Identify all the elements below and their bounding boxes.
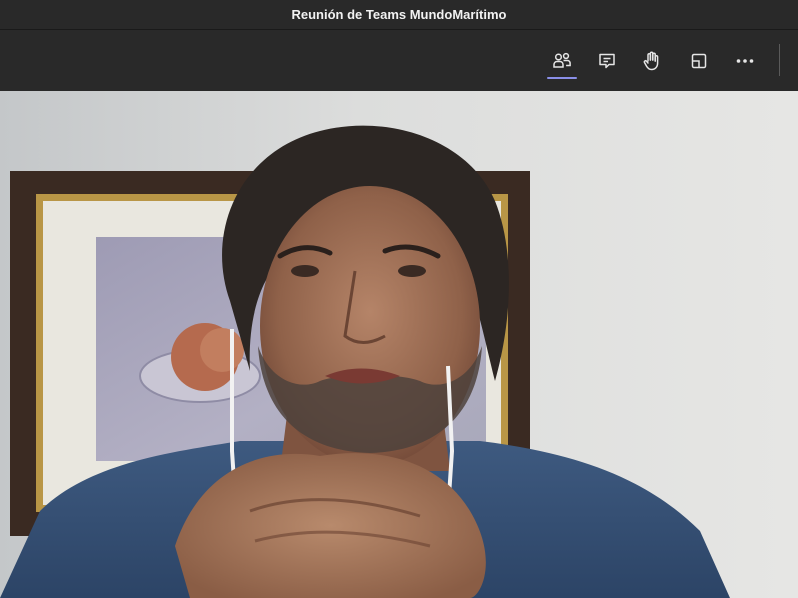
chat-icon (597, 51, 617, 71)
chat-button[interactable] (590, 44, 624, 78)
toolbar-divider (779, 44, 780, 76)
meeting-title: Reunión de Teams MundoMarítimo (291, 7, 507, 22)
rooms-button[interactable] (682, 44, 716, 78)
people-icon (551, 50, 573, 72)
rooms-icon (689, 51, 709, 71)
participants-button[interactable] (545, 44, 579, 79)
more-actions-button[interactable] (728, 44, 762, 78)
more-icon (734, 50, 756, 72)
raise-hand-button[interactable] (635, 44, 669, 78)
meeting-toolbar (0, 30, 798, 91)
title-bar: Reunión de Teams MundoMarítimo (0, 0, 798, 30)
hand-icon (641, 50, 663, 72)
participant-video (0, 91, 798, 598)
video-frame (0, 91, 798, 598)
